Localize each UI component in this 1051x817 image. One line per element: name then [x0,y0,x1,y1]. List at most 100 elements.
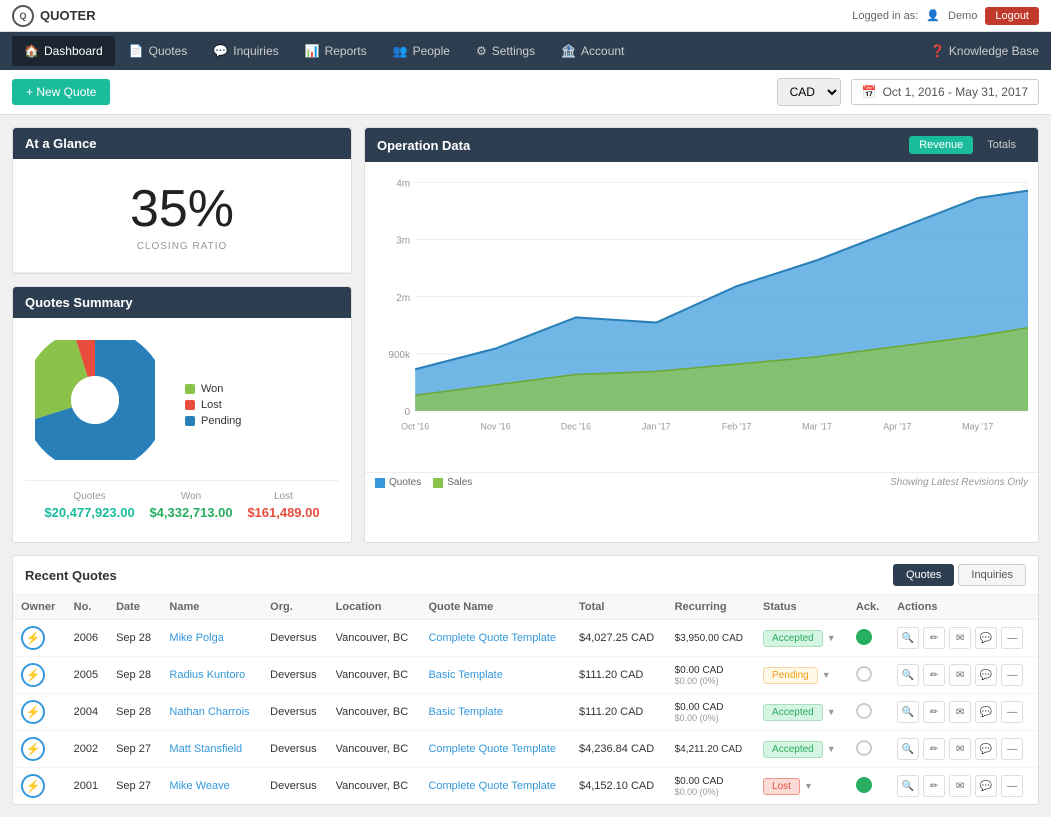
recurring-sub: $0.00 (0%) [675,676,747,686]
svg-text:Oct '16: Oct '16 [401,421,429,431]
status-badge: Pending [763,667,818,684]
knowledge-base-link[interactable]: ❓ Knowledge Base [930,44,1039,58]
email-action-icon[interactable]: ✉ [949,627,971,649]
edit-action-icon[interactable]: ✏ [923,664,945,686]
table-row: ⚡ 2004 Sep 28 Nathan Charrois Deversus V… [13,694,1038,731]
nav-item-dashboard[interactable]: 🏠 Dashboard [12,36,115,66]
svg-text:900k: 900k [388,350,411,361]
edit-action-icon[interactable]: ✏ [923,701,945,723]
cell-actions: 🔍 ✏ ✉ 💬 — [889,731,1038,768]
quote-name-link[interactable]: Complete Quote Template [428,743,556,755]
recent-tab-inquiries[interactable]: Inquiries [958,564,1026,586]
top-bar-left: Q QUOTER [12,5,96,27]
more-action-icon[interactable]: — [1001,701,1023,723]
legend-lost-label: Lost [201,399,222,411]
col-quote-name: Quote Name [420,595,571,620]
comment-action-icon[interactable]: 💬 [975,738,997,760]
table-row: ⚡ 2001 Sep 27 Mike Weave Deversus Vancou… [13,768,1038,805]
more-action-icon[interactable]: — [1001,627,1023,649]
comment-action-icon[interactable]: 💬 [975,627,997,649]
status-caret-icon: ▼ [804,781,813,791]
ack-indicator [856,666,872,682]
top-panels: At a Glance 35% CLOSING RATIO Quotes Sum… [12,127,1039,543]
nav-item-settings[interactable]: ⚙ Settings [464,36,547,66]
cell-actions: 🔍 ✏ ✉ 💬 — [889,620,1038,657]
cell-no: 2001 [66,768,108,805]
cell-actions: 🔍 ✏ ✉ 💬 — [889,694,1038,731]
cell-no: 2005 [66,657,108,694]
cell-ack [848,768,889,805]
pie-chart [35,340,165,470]
email-action-icon[interactable]: ✉ [949,775,971,797]
search-action-icon[interactable]: 🔍 [897,775,919,797]
quote-name-link[interactable]: Complete Quote Template [428,780,556,792]
cell-owner: ⚡ [13,657,66,694]
chart-legend-sales: Sales [433,477,472,488]
comment-action-icon[interactable]: 💬 [975,775,997,797]
nav-item-people[interactable]: 👥 People [381,36,462,66]
email-action-icon[interactable]: ✉ [949,701,971,723]
quote-name-link[interactable]: Basic Template [428,669,502,681]
name-link[interactable]: Radius Kuntoro [169,669,245,681]
cell-status: Accepted ▼ [755,731,848,768]
cell-location: Vancouver, BC [328,620,421,657]
cell-status: Lost ▼ [755,768,848,805]
edit-action-icon[interactable]: ✏ [923,775,945,797]
email-action-icon[interactable]: ✉ [949,738,971,760]
search-action-icon[interactable]: 🔍 [897,701,919,723]
name-link[interactable]: Mike Polga [169,632,223,644]
edit-action-icon[interactable]: ✏ [923,738,945,760]
status-caret-icon: ▼ [822,670,831,680]
op-tab-revenue[interactable]: Revenue [909,136,973,154]
search-action-icon[interactable]: 🔍 [897,627,919,649]
quotes-table: Owner No. Date Name Org. Location Quote … [13,595,1038,804]
at-a-glance-panel: At a Glance 35% CLOSING RATIO [12,127,352,274]
cell-recurring: $0.00 CAD $0.00 (0%) [667,694,755,731]
name-link[interactable]: Mike Weave [169,780,229,792]
new-quote-button[interactable]: + New Quote [12,79,110,105]
cell-date: Sep 28 [108,694,161,731]
cell-ack [848,657,889,694]
nav-item-quotes[interactable]: 📄 Quotes [117,36,200,66]
edit-action-icon[interactable]: ✏ [923,627,945,649]
quote-name-link[interactable]: Complete Quote Template [428,632,556,644]
cell-org: Deversus [262,657,327,694]
email-action-icon[interactable]: ✉ [949,664,971,686]
svg-text:3m: 3m [396,236,410,247]
cell-status: Accepted ▼ [755,620,848,657]
more-action-icon[interactable]: — [1001,775,1023,797]
recurring-sub: $0.00 (0%) [675,787,747,797]
name-link[interactable]: Nathan Charrois [169,706,249,718]
chart-legend-quotes-dot [375,478,385,488]
comment-action-icon[interactable]: 💬 [975,664,997,686]
date-range-picker[interactable]: 📅 Oct 1, 2016 - May 31, 2017 [851,79,1039,105]
search-action-icon[interactable]: 🔍 [897,738,919,760]
svg-text:May '17: May '17 [962,421,993,431]
quote-name-link[interactable]: Basic Template [428,706,502,718]
more-action-icon[interactable]: — [1001,738,1023,760]
recent-tab-quotes[interactable]: Quotes [893,564,954,586]
nav-item-reports[interactable]: 📊 Reports [293,36,379,66]
summary-won-label: Won [149,491,232,502]
summary-won-value: $4,332,713.00 [149,505,232,520]
svg-text:2m: 2m [396,293,410,304]
comment-action-icon[interactable]: 💬 [975,701,997,723]
legend-pending-dot [185,416,195,426]
op-tab-totals[interactable]: Totals [977,136,1026,154]
cell-owner: ⚡ [13,731,66,768]
currency-select[interactable]: CAD USD [777,78,841,106]
name-link[interactable]: Matt Stansfield [169,743,242,755]
summary-won-col: Won $4,332,713.00 [149,491,232,520]
nav-item-account[interactable]: 🏦 Account [549,36,636,66]
cell-actions: 🔍 ✏ ✉ 💬 — [889,657,1038,694]
table-row: ⚡ 2006 Sep 28 Mike Polga Deversus Vancou… [13,620,1038,657]
col-recurring: Recurring [667,595,755,620]
more-action-icon[interactable]: — [1001,664,1023,686]
col-owner: Owner [13,595,66,620]
toolbar-right: CAD USD 📅 Oct 1, 2016 - May 31, 2017 [777,78,1039,106]
col-no: No. [66,595,108,620]
nav-item-inquiries[interactable]: 💬 Inquiries [201,36,290,66]
owner-avatar: ⚡ [21,700,45,724]
search-action-icon[interactable]: 🔍 [897,664,919,686]
logout-button[interactable]: Logout [985,7,1039,25]
